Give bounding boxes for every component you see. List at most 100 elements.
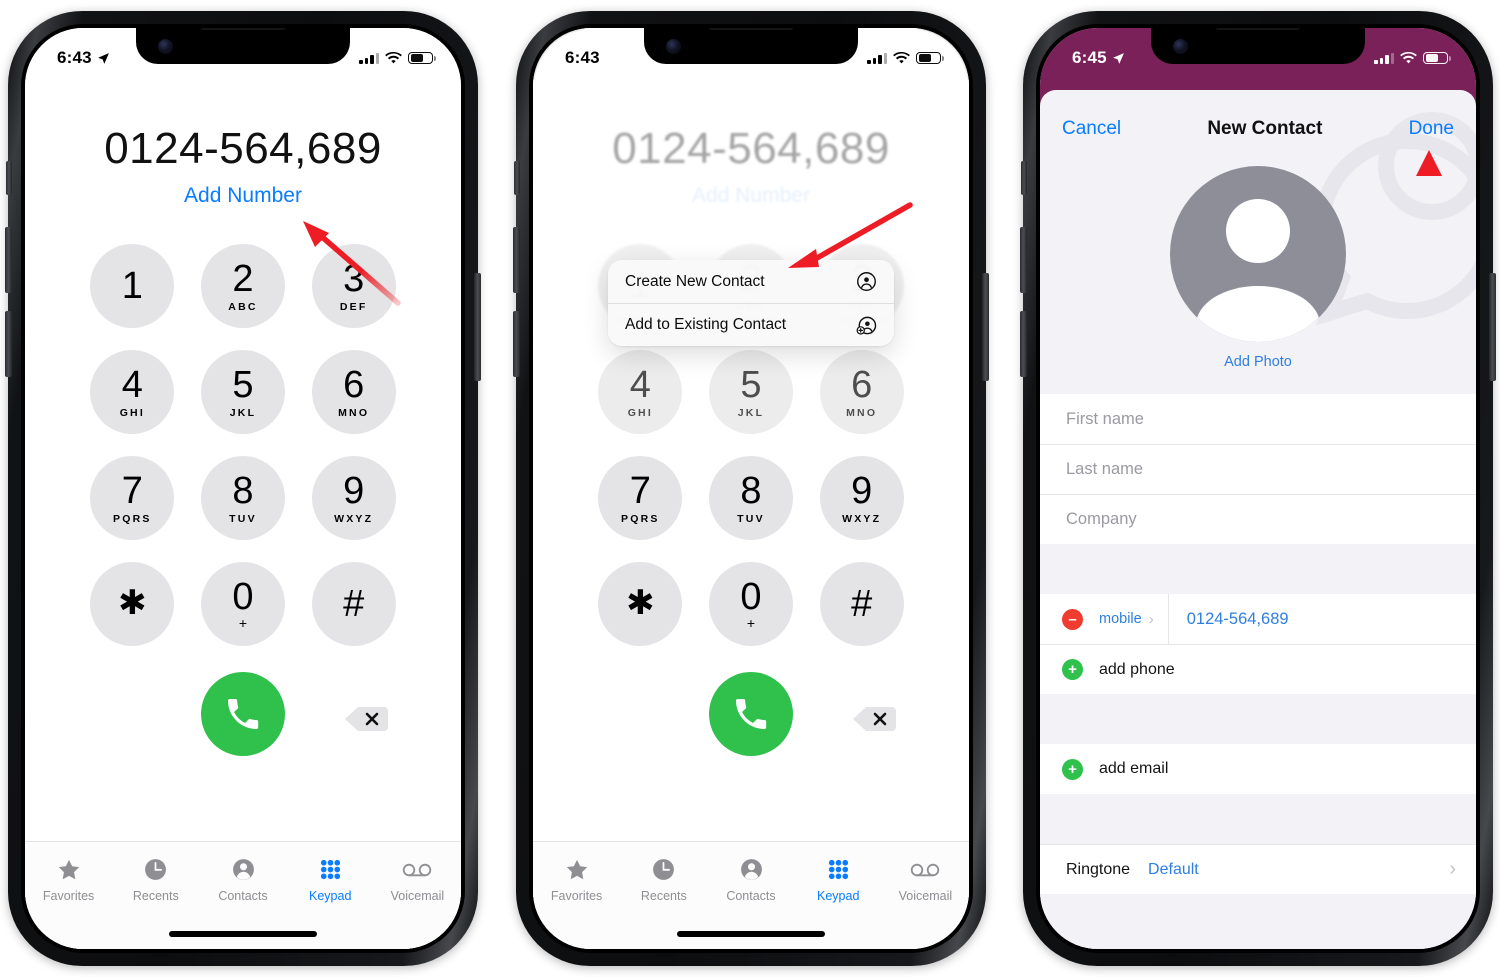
add-email-row[interactable]: + add email bbox=[1040, 744, 1476, 794]
section-gap bbox=[1040, 544, 1476, 594]
key-digit: 0 bbox=[232, 576, 254, 618]
key-9[interactable]: 9 WXYZ bbox=[819, 456, 904, 540]
tab-voicemail[interactable]: Voicemail bbox=[882, 856, 969, 903]
key-0[interactable]: 0 + bbox=[200, 562, 285, 646]
key-6[interactable]: 6 MNO bbox=[311, 350, 396, 434]
last-name-field[interactable]: Last name bbox=[1040, 444, 1476, 494]
tab-recents[interactable]: Recents bbox=[620, 856, 707, 903]
phone-screen: 6:45 Cancel New Contact Done Add Photo F… bbox=[1040, 28, 1476, 949]
power-button[interactable] bbox=[1489, 273, 1496, 381]
plus-circle-icon[interactable]: + bbox=[1062, 758, 1083, 780]
delete-button[interactable] bbox=[343, 704, 389, 734]
key-4[interactable]: 4 GHI bbox=[598, 350, 683, 434]
key-8[interactable]: 8 TUV bbox=[200, 456, 285, 540]
key-digit: 1 bbox=[121, 265, 143, 307]
home-indicator[interactable] bbox=[169, 931, 317, 937]
key-7[interactable]: 7 PQRS bbox=[90, 456, 175, 540]
add-phone-row[interactable]: + add phone bbox=[1040, 644, 1476, 694]
phone-context-menu: 6:43 0124-564,689 Add Number 4 GHI 5 JKL… bbox=[513, 11, 989, 966]
silence-switch[interactable] bbox=[6, 161, 12, 195]
volume-up-button[interactable] bbox=[5, 227, 12, 293]
delete-button[interactable] bbox=[851, 704, 897, 734]
add-number-link[interactable]: Add Number bbox=[533, 184, 969, 208]
volume-down-button[interactable] bbox=[5, 311, 12, 377]
key-star[interactable]: ✱ bbox=[90, 562, 175, 646]
add-photo-button[interactable]: Add Photo bbox=[1040, 354, 1476, 370]
phone-group: – mobile › 0124-564,689 + add phone bbox=[1040, 594, 1476, 694]
volume-up-button[interactable] bbox=[513, 227, 520, 293]
tab-recents[interactable]: Recents bbox=[112, 856, 199, 903]
volume-down-button[interactable] bbox=[1020, 311, 1027, 377]
tab-favorites[interactable]: Favorites bbox=[25, 856, 112, 903]
power-button[interactable] bbox=[982, 273, 989, 381]
key-7[interactable]: 7 PQRS bbox=[598, 456, 683, 540]
key-5[interactable]: 5 JKL bbox=[708, 350, 793, 434]
tab-label: Recents bbox=[132, 889, 179, 903]
phone-value[interactable]: 0124-564,689 bbox=[1187, 610, 1289, 629]
phone-row-mobile[interactable]: – mobile › 0124-564,689 bbox=[1040, 594, 1476, 644]
new-contact-sheet: Cancel New Contact Done Add Photo First … bbox=[1040, 90, 1476, 949]
key-0[interactable]: 0 + bbox=[708, 562, 793, 646]
avatar-head bbox=[1226, 199, 1290, 263]
cellular-signal-icon bbox=[1374, 52, 1394, 64]
photo-section: Add Photo bbox=[1040, 160, 1476, 370]
volume-down-button[interactable] bbox=[513, 311, 520, 377]
status-time: 6:43 bbox=[57, 48, 92, 67]
ringtone-label: Ringtone bbox=[1066, 860, 1131, 878]
tab-contacts[interactable]: Contacts bbox=[199, 856, 286, 903]
key-9[interactable]: 9 WXYZ bbox=[311, 456, 396, 540]
key-letters: WXYZ bbox=[842, 512, 882, 525]
phone-type-label[interactable]: mobile bbox=[1099, 611, 1142, 627]
call-button[interactable] bbox=[201, 672, 285, 756]
tab-favorites[interactable]: Favorites bbox=[533, 856, 620, 903]
call-button[interactable] bbox=[709, 672, 793, 756]
key-digit: 3 bbox=[343, 257, 365, 300]
done-button[interactable]: Done bbox=[1409, 118, 1454, 140]
tab-label: Keypad bbox=[309, 889, 352, 903]
keypad-grid: 1 2ABC 3DEF 4GHI 5JKL 6MNO 7PQRS 8TUV 9W… bbox=[25, 244, 461, 646]
menu-item-create-new-contact[interactable]: Create New Contact bbox=[608, 260, 894, 303]
key-hash[interactable]: # bbox=[311, 562, 396, 646]
person-avatar-icon[interactable] bbox=[1170, 166, 1346, 342]
key-5[interactable]: 5 JKL bbox=[200, 350, 285, 434]
volume-up-button[interactable] bbox=[1020, 227, 1027, 293]
tab-contacts[interactable]: Contacts bbox=[707, 856, 794, 903]
plus-circle-icon[interactable]: + bbox=[1062, 659, 1083, 680]
key-letters: WXYZ bbox=[334, 512, 374, 525]
add-number-link[interactable]: Add Number bbox=[25, 184, 461, 208]
first-name-field[interactable]: First name bbox=[1040, 394, 1476, 444]
key-hash[interactable]: # bbox=[819, 562, 904, 646]
key-3[interactable]: 3DEF bbox=[311, 244, 396, 328]
key-6[interactable]: 6 MNO bbox=[819, 350, 904, 434]
section-gap bbox=[1040, 694, 1476, 744]
tab-label: Favorites bbox=[550, 889, 603, 903]
battery-icon bbox=[1423, 51, 1451, 65]
star-icon bbox=[564, 856, 590, 883]
key-digit: 4 bbox=[121, 363, 143, 406]
key-2[interactable]: 2ABC bbox=[200, 244, 285, 328]
tab-keypad[interactable]: Keypad bbox=[795, 856, 882, 903]
key-letters: JKL bbox=[229, 406, 257, 419]
key-1[interactable]: 1 bbox=[90, 244, 175, 328]
cancel-button[interactable]: Cancel bbox=[1062, 118, 1121, 140]
ringtone-row[interactable]: Ringtone Default › bbox=[1040, 844, 1476, 894]
location-arrow-icon bbox=[1112, 52, 1124, 64]
tab-keypad[interactable]: Keypad bbox=[287, 856, 374, 903]
section-gap bbox=[1040, 794, 1476, 844]
battery-icon bbox=[408, 51, 436, 65]
phone-bezel: 6:43 0124-564,689 Add Number 1 2 ABC 3 D… bbox=[21, 24, 465, 953]
silence-switch[interactable] bbox=[1021, 161, 1027, 195]
key-4[interactable]: 4 GHI bbox=[90, 350, 175, 434]
company-field[interactable]: Company bbox=[1040, 494, 1476, 544]
home-indicator[interactable] bbox=[677, 931, 825, 937]
power-button[interactable] bbox=[474, 273, 481, 381]
key-star[interactable]: ✱ bbox=[598, 562, 683, 646]
key-digit: # bbox=[343, 583, 365, 625]
menu-item-add-to-existing-contact[interactable]: Add to Existing Contact bbox=[608, 303, 894, 346]
tab-voicemail[interactable]: Voicemail bbox=[374, 856, 461, 903]
silence-switch[interactable] bbox=[514, 161, 520, 195]
key-8[interactable]: 8 TUV bbox=[708, 456, 793, 540]
key-letters: GHI bbox=[119, 406, 145, 419]
earpiece-speaker bbox=[200, 28, 286, 30]
minus-circle-icon[interactable]: – bbox=[1062, 608, 1083, 630]
